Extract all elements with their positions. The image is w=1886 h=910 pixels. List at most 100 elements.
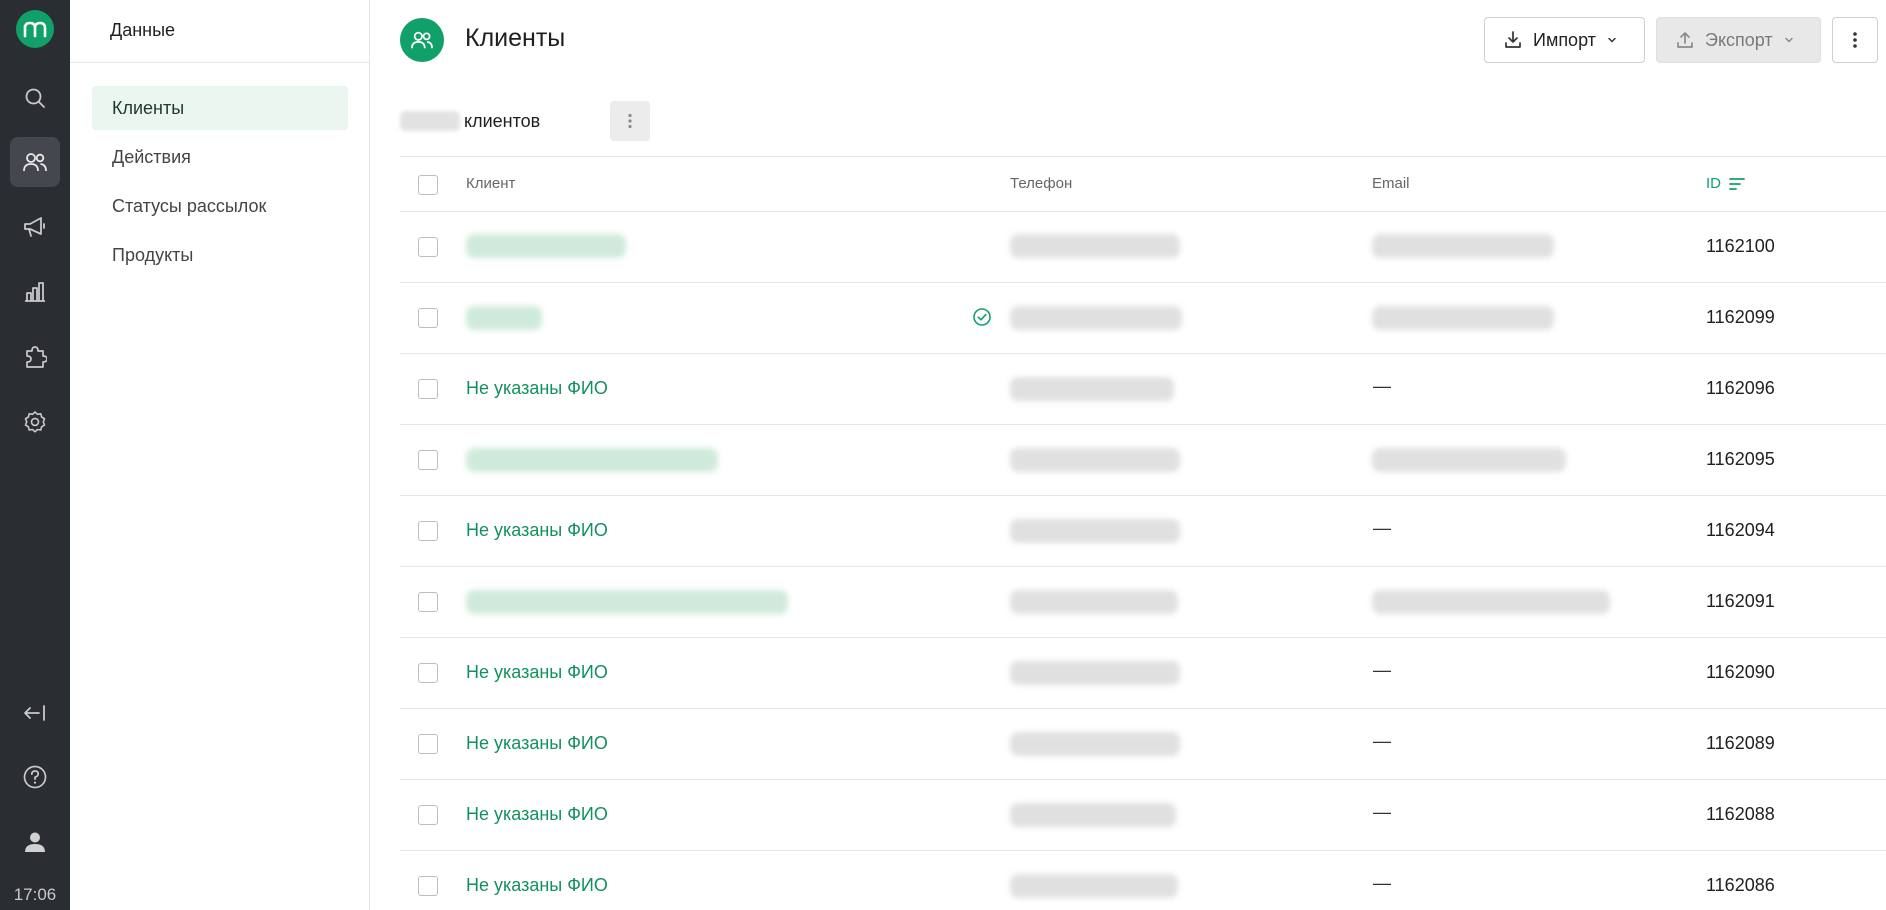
client-name-link[interactable]: Не указаны ФИО [466, 733, 608, 754]
table-row[interactable]: 1162095 [400, 425, 1886, 496]
email-redacted [1372, 590, 1610, 614]
row-checkbox[interactable] [418, 379, 438, 399]
integrations-icon[interactable] [10, 332, 60, 382]
clients-table: Клиент Телефон Email ID 1162100 1162099 [400, 156, 1886, 910]
client-id: 1162086 [1706, 875, 1775, 895]
help-icon[interactable] [10, 752, 60, 802]
column-id[interactable]: ID [1706, 175, 1745, 192]
client-name-redacted[interactable] [466, 590, 788, 614]
select-all-checkbox[interactable] [418, 175, 438, 195]
chevron-down-icon [1608, 37, 1616, 43]
sidebar-item-clients[interactable]: Клиенты [92, 86, 348, 130]
phone-redacted [1010, 803, 1176, 827]
phone-redacted [1010, 448, 1180, 472]
row-checkbox[interactable] [418, 805, 438, 825]
table-row[interactable]: Не указаны ФИО — 1162096 [400, 354, 1886, 425]
phone-redacted [1010, 590, 1178, 614]
email-empty: — [1373, 518, 1391, 538]
row-checkbox[interactable] [418, 450, 438, 470]
row-checkbox[interactable] [418, 308, 438, 328]
client-id: 1162099 [1706, 307, 1775, 327]
client-name-redacted[interactable] [466, 234, 626, 258]
column-email[interactable]: Email [1372, 175, 1410, 192]
row-checkbox[interactable] [418, 592, 438, 612]
table-row[interactable]: Не указаны ФИО — 1162088 [400, 780, 1886, 851]
phone-redacted [1010, 732, 1180, 756]
email-redacted [1372, 306, 1554, 330]
export-button[interactable]: Экспорт [1656, 17, 1821, 63]
table-row[interactable]: Не указаны ФИО — 1162094 [400, 496, 1886, 567]
client-id: 1162091 [1706, 591, 1775, 611]
table-header: Клиент Телефон Email ID [400, 156, 1886, 212]
client-name-link[interactable]: Не указаны ФИО [466, 875, 608, 896]
email-redacted [1372, 234, 1554, 258]
clients-count: клиентов [400, 106, 540, 136]
phone-redacted [1010, 874, 1178, 898]
client-name-link[interactable]: Не указаны ФИО [466, 662, 608, 683]
client-name-link[interactable]: Не указаны ФИО [466, 804, 608, 825]
search-icon[interactable] [10, 73, 60, 123]
row-checkbox[interactable] [418, 734, 438, 754]
column-id-label: ID [1706, 175, 1721, 192]
table-row[interactable]: Не указаны ФИО — 1162090 [400, 638, 1886, 709]
count-menu-button[interactable] [610, 101, 650, 141]
chevron-down-icon [1784, 37, 1793, 43]
client-id: 1162090 [1706, 662, 1775, 682]
sidebar-item-actions[interactable]: Действия [92, 135, 348, 179]
row-checkbox[interactable] [418, 663, 438, 683]
table-row[interactable]: 1162099 [400, 283, 1886, 354]
client-id: 1162094 [1706, 520, 1775, 540]
app-rail: 17:06 [0, 0, 70, 910]
export-label: Экспорт [1705, 29, 1773, 50]
download-icon [1505, 31, 1521, 48]
email-empty: — [1373, 731, 1391, 751]
client-id: 1162089 [1706, 733, 1775, 753]
table-row[interactable]: 1162091 [400, 567, 1886, 638]
count-label: клиентов [464, 110, 541, 131]
client-id: 1162096 [1706, 378, 1775, 398]
logo-icon[interactable] [16, 10, 54, 48]
email-empty: — [1373, 873, 1391, 893]
profile-icon[interactable] [10, 817, 60, 867]
table-row[interactable]: Не указаны ФИО — 1162086 [400, 851, 1886, 910]
client-name-redacted[interactable] [466, 448, 718, 472]
client-name-link[interactable]: Не указаны ФИО [466, 378, 608, 399]
settings-icon[interactable] [10, 397, 60, 447]
email-redacted [1372, 448, 1566, 472]
row-checkbox[interactable] [418, 876, 438, 896]
row-checkbox[interactable] [418, 237, 438, 257]
client-name-redacted[interactable] [466, 306, 542, 330]
email-empty: — [1373, 802, 1391, 822]
more-options-button[interactable] [1832, 17, 1878, 63]
clock: 17:06 [13, 885, 57, 904]
campaigns-icon[interactable] [10, 202, 60, 252]
sidebar-title: Данные [110, 20, 176, 40]
sidebar-divider [70, 62, 369, 63]
client-id: 1162095 [1706, 449, 1775, 469]
client-id: 1162100 [1706, 236, 1775, 256]
phone-redacted [1010, 377, 1174, 401]
collapse-icon[interactable] [10, 688, 60, 738]
column-client[interactable]: Клиент [466, 175, 515, 192]
more-vertical-icon [1853, 32, 1857, 48]
client-name-link[interactable]: Не указаны ФИО [466, 520, 608, 541]
clients-page-icon [400, 18, 444, 62]
phone-redacted [1010, 519, 1180, 543]
column-phone[interactable]: Телефон [1010, 175, 1072, 192]
row-checkbox[interactable] [418, 521, 438, 541]
upload-icon [1677, 32, 1693, 48]
sort-icon [1729, 177, 1745, 190]
email-empty: — [1373, 376, 1391, 396]
more-vertical-icon [628, 113, 632, 129]
sidebar-item-mailing-statuses[interactable]: Статусы рассылок [92, 184, 348, 228]
table-row[interactable]: 1162100 [400, 212, 1886, 283]
import-button[interactable]: Импорт [1484, 17, 1645, 63]
client-id: 1162088 [1706, 804, 1775, 824]
analytics-icon[interactable] [10, 267, 60, 317]
table-row[interactable]: Не указаны ФИО — 1162089 [400, 709, 1886, 780]
page-title: Клиенты [465, 24, 566, 52]
sidebar-item-products[interactable]: Продукты [92, 233, 348, 277]
clients-icon[interactable] [10, 137, 60, 187]
data-sidebar: Данные Клиенты Действия Статусы рассылок… [70, 0, 370, 910]
email-empty: — [1373, 660, 1391, 680]
